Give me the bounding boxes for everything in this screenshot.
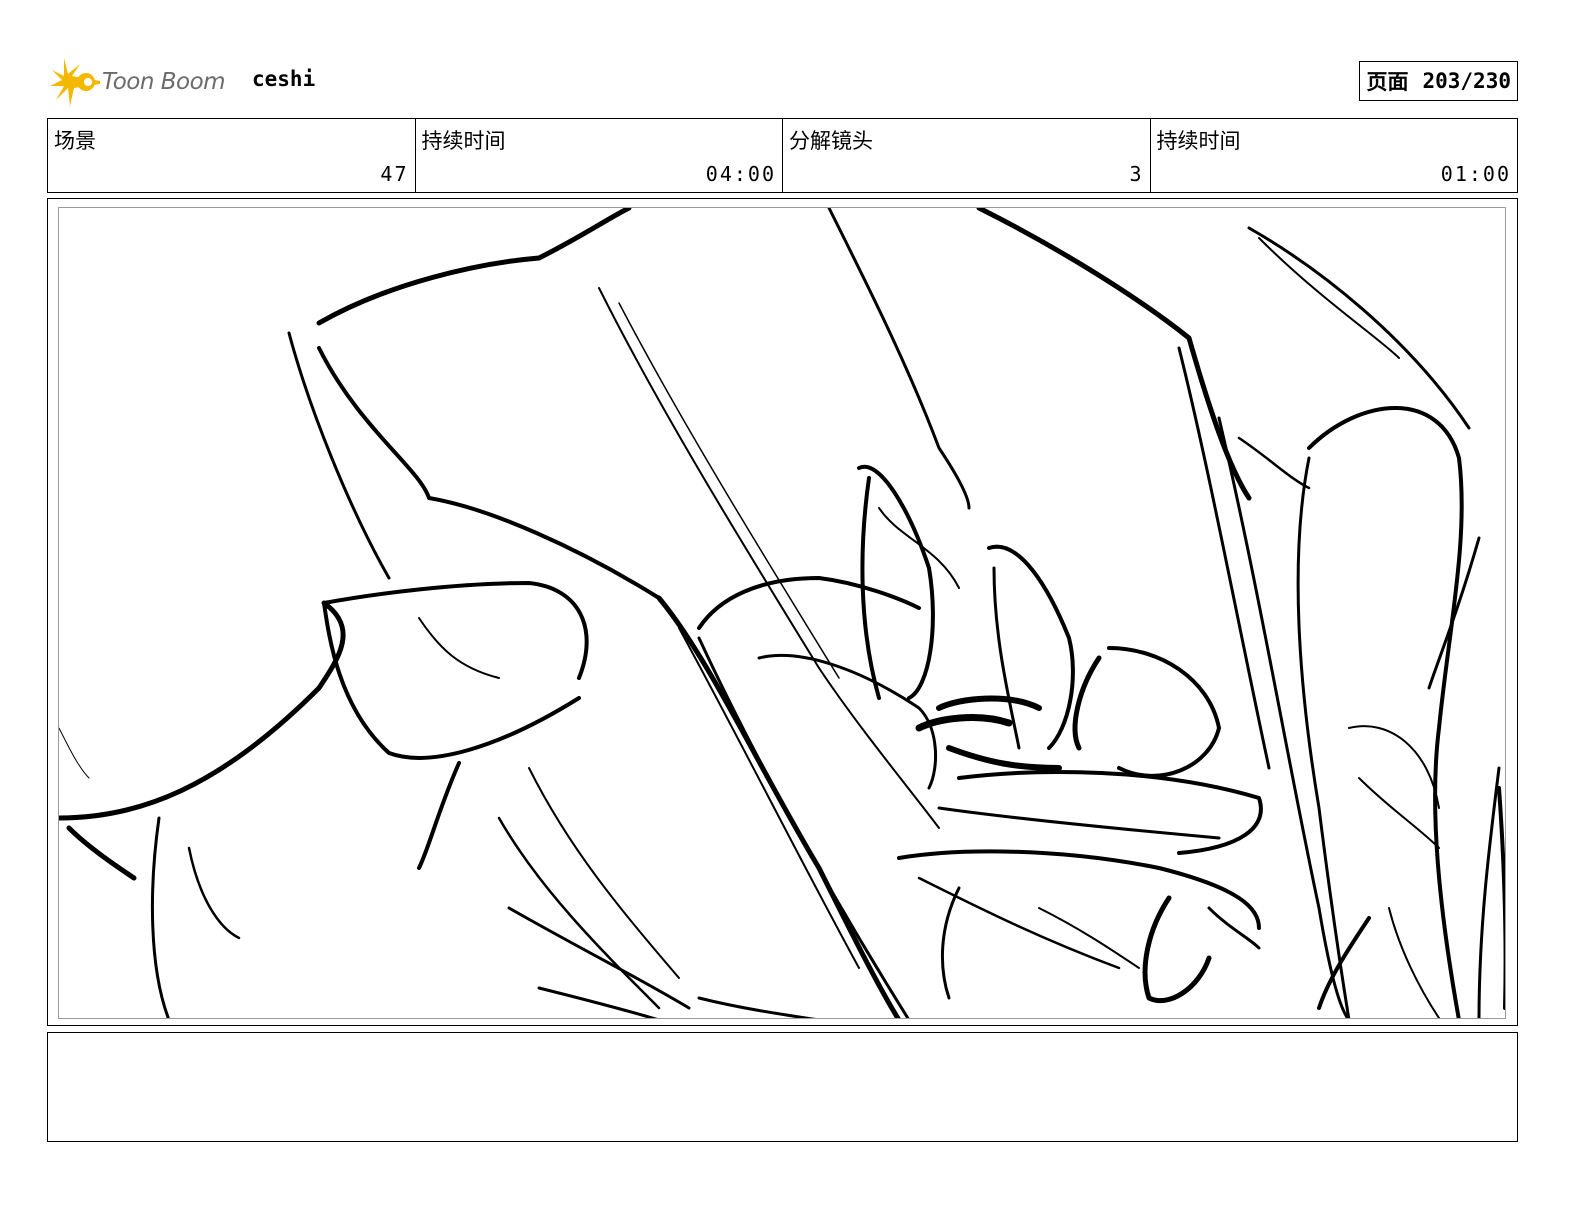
panel-safe-area — [58, 207, 1506, 1019]
panel-label: 分解镜头 — [789, 129, 873, 153]
scene-duration-cell: 持续时间 04:00 — [416, 119, 783, 192]
page-label: 页面 — [1366, 70, 1409, 94]
panel-duration-value: 01:00 — [1440, 162, 1511, 186]
project-name: ceshi — [252, 67, 316, 91]
page-number: 203/230 — [1422, 69, 1511, 93]
panel-notes — [47, 1032, 1518, 1142]
burst-star-icon — [50, 58, 100, 106]
panel-duration-label: 持续时间 — [1156, 129, 1241, 153]
panel-info-row: 场景 47 持续时间 04:00 分解镜头 3 持续时间 01:00 — [47, 118, 1518, 193]
logo-text: Toon Boom — [102, 69, 226, 95]
storyboard-panel — [47, 198, 1518, 1026]
panel-duration-cell: 持续时间 01:00 — [1151, 119, 1518, 192]
scene-duration-label: 持续时间 — [421, 129, 506, 153]
panel-cell: 分解镜头 3 — [783, 119, 1151, 192]
scene-cell: 场景 47 — [48, 119, 416, 192]
page-indicator: 页面 203/230 — [1359, 61, 1518, 101]
scene-duration-value: 04:00 — [705, 162, 776, 186]
page-header: Toon Boom ceshi 页面 203/230 — [48, 52, 1518, 108]
panel-value: 3 — [1129, 162, 1144, 186]
toon-boom-logo: Toon Boom — [50, 56, 240, 108]
scene-label: 场景 — [54, 129, 96, 153]
scene-value: 47 — [380, 162, 409, 186]
sketch-drawing-hands-icon — [59, 208, 1505, 1018]
